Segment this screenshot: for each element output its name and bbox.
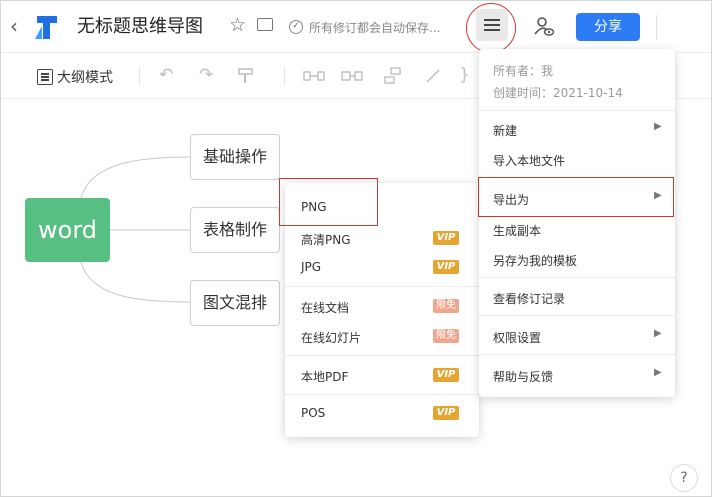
export-item-label: JPG	[301, 260, 322, 274]
menu-item-label: 新建	[493, 124, 518, 138]
vip-badge: VIP	[433, 368, 459, 382]
share-button[interactable]: 分享	[576, 13, 640, 41]
export-item-jpg[interactable]: JPG VIP	[285, 253, 479, 281]
menu-item-permissions[interactable]: 权限设置 ▶	[479, 322, 675, 350]
export-highlight-box	[478, 177, 674, 217]
header: ‹ 无标题思维导图 ☆ ✓ 所有修订都会自动保存... 分享	[1, 1, 711, 53]
check-circle-icon: ✓	[289, 20, 303, 34]
menu-item-label: 权限设置	[493, 331, 542, 345]
menu-item-label: 生成副本	[493, 224, 542, 238]
connector-icon[interactable]	[425, 68, 441, 84]
export-item-online-doc[interactable]: 在线文档 限免	[285, 292, 479, 320]
back-icon[interactable]: ‹	[10, 15, 18, 37]
created-time: 创建时间：2021-10-14	[493, 86, 623, 100]
png-highlight-box	[279, 178, 378, 226]
insert-child-icon[interactable]	[341, 69, 363, 83]
menu-divider	[285, 286, 479, 287]
chevron-right-icon: ▶	[654, 328, 662, 339]
menu-item-history[interactable]: 查看修订记录	[479, 283, 675, 311]
outline-icon	[37, 69, 53, 85]
folder-icon[interactable]	[257, 18, 273, 31]
mindmap-child-node[interactable]: 表格制作	[190, 207, 280, 253]
share-user-icon[interactable]	[533, 15, 555, 37]
mindmap-root-node[interactable]: word	[25, 198, 110, 262]
outline-mode-button[interactable]: 大纲模式	[37, 67, 113, 87]
outline-mode-label: 大纲模式	[57, 70, 113, 86]
menu-divider	[479, 354, 675, 355]
export-item-label: 本地PDF	[301, 370, 349, 384]
menu-item-import[interactable]: 导入本地文件	[479, 145, 675, 173]
mindmap-child-node[interactable]: 图文混排	[190, 280, 280, 326]
star-icon[interactable]: ☆	[229, 14, 246, 36]
menu-item-label: 帮助与反馈	[493, 370, 554, 384]
free-badge: 限免	[433, 299, 459, 313]
export-item-label: 在线幻灯片	[301, 331, 362, 345]
owner-info: 所有者：我	[493, 64, 554, 78]
toolbar-divider	[284, 67, 285, 85]
vip-badge: VIP	[433, 406, 459, 420]
menu-item-label: 查看修订记录	[493, 292, 566, 306]
export-item-pos[interactable]: POS VIP	[285, 399, 479, 427]
export-item-hd-png[interactable]: 高清PNG VIP	[285, 224, 479, 252]
document-title[interactable]: 无标题思维导图	[77, 15, 203, 39]
header-divider	[656, 15, 657, 39]
menu-divider	[479, 110, 675, 111]
menu-item-duplicate[interactable]: 生成副本	[479, 215, 675, 243]
undo-icon[interactable]: ↶	[159, 65, 173, 85]
menu-item-label: 另存为我的模板	[493, 254, 578, 268]
menu-divider	[285, 355, 479, 356]
redo-icon[interactable]: ↷	[199, 65, 213, 85]
export-item-local-pdf[interactable]: 本地PDF VIP	[285, 361, 479, 389]
vip-badge: VIP	[433, 231, 459, 245]
export-item-label: POS	[301, 406, 326, 420]
toolbar-divider	[139, 67, 140, 85]
free-badge: 限免	[433, 329, 459, 343]
help-icon[interactable]: ?	[670, 464, 698, 492]
menu-item-save-template[interactable]: 另存为我的模板	[479, 245, 675, 273]
app-frame: ‹ 无标题思维导图 ☆ ✓ 所有修订都会自动保存... 分享 大纲模式 ↶ ↷ …	[0, 0, 712, 497]
save-status: 所有修订都会自动保存...	[309, 21, 441, 35]
chevron-right-icon: ▶	[654, 367, 662, 378]
menu-item-label: 导入本地文件	[493, 154, 566, 168]
logo-icon	[35, 16, 57, 39]
menu-item-help[interactable]: 帮助与反馈 ▶	[479, 361, 675, 389]
chevron-right-icon: ▶	[654, 121, 662, 132]
vip-badge: VIP	[433, 260, 459, 274]
summary-icon[interactable]: }	[459, 65, 470, 85]
menu-divider	[479, 315, 675, 316]
insert-parent-icon[interactable]	[383, 67, 403, 85]
export-item-online-slides[interactable]: 在线幻灯片 限免	[285, 322, 479, 350]
main-menu: 所有者：我 创建时间：2021-10-14 新建 ▶ 导入本地文件 导出为 ▶ …	[479, 49, 675, 397]
menu-item-new[interactable]: 新建 ▶	[479, 115, 675, 143]
insert-sibling-icon[interactable]	[303, 69, 325, 83]
export-item-label: 在线文档	[301, 301, 350, 315]
menu-divider	[479, 277, 675, 278]
format-painter-icon[interactable]	[237, 67, 255, 85]
menu-button-highlight	[466, 3, 516, 53]
export-item-label: 高清PNG	[301, 233, 351, 247]
menu-divider	[285, 394, 479, 395]
mindmap-child-node[interactable]: 基础操作	[190, 134, 280, 180]
